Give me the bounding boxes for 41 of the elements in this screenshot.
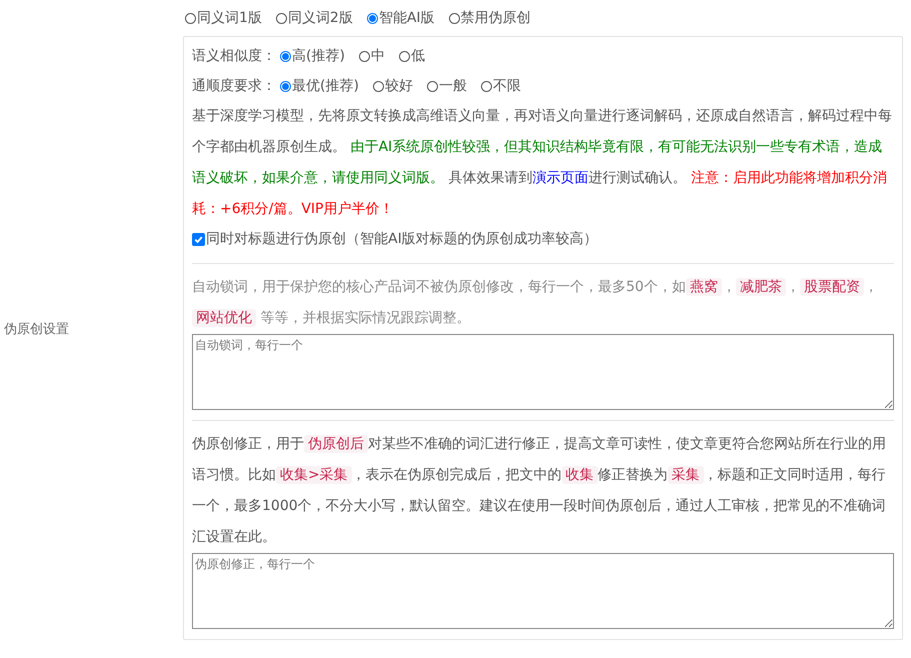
option-radio[interactable]: 较好 [372,77,413,95]
title-checkbox[interactable]: 同时对标题进行伪原创（智能AI版对标题的伪原创成功率较高） [192,225,598,253]
radio-icon [280,80,291,92]
option-radio[interactable]: 中 [358,47,385,65]
keyword-tag: 网站优化 [192,309,256,327]
option-radio[interactable]: 低 [398,47,425,65]
option-label: 通顺度要求： [192,77,276,95]
option-label: 语义相似度： [192,47,276,65]
radio-icon [185,12,196,24]
radio-icon [276,12,287,24]
radio-icon [358,50,370,62]
version-radio[interactable]: 同义词1版 [185,9,262,27]
version-radio[interactable]: 同义词2版 [276,9,353,27]
demo-link[interactable]: 演示页面 [532,170,588,186]
keyword-tag: 收集>采集 [276,466,352,484]
radio-icon [372,80,384,92]
option-radio[interactable]: 不限 [480,77,521,95]
keyword-tag: 伪原创后 [304,435,368,453]
settings-label: 伪原创设置 [4,321,69,338]
option-radio[interactable]: 最优(推荐) [280,77,359,95]
radio-icon [426,80,438,92]
version-radio[interactable]: 智能AI版 [366,9,435,27]
keyword-tag: 收集 [562,466,598,484]
radio-icon [398,50,410,62]
radio-icon [448,12,460,24]
ai-description: 基于深度学习模型，先将原文转换成高维语义向量，再对语义向量进行逐词解码，还原成自然语言，解码过程中每个字都由机器原创生成。 由于AI系统原创性较强，但其知识结构毕竟有限，有可能无法识别一些专有术语，造成语义破坏，如果介意，请使用同义词版。 具体效果请到演示页面进行测试确认。 注意：启用此功能将增加积分消耗：+6积分/篇。VIP用户半价！ [192,107,893,219]
radio-icon [480,80,492,92]
option-radio[interactable]: 高(推荐) [280,47,345,65]
keyword-tag: 股票配资 [800,278,864,296]
lock-words-description: 自动锁词，用于保护您的核心产品词不被伪原创修改，每行一个，最多50个，如 燕窝 ， 减肥茶 ， 股票配资 ， 网站优化 等等，并根据实际情况跟踪调整。 [192,277,879,329]
checkbox-icon [192,232,205,246]
keyword-tag: 采集 [668,466,704,484]
corrections-field[interactable]: 伪原创修正，每行一个 [192,553,894,629]
radio-icon [366,12,378,24]
radio-icon [280,50,291,62]
corrections-description: 伪原创修正，用于 伪原创后 对某些不准确的词汇进行修正，提高文章可读性，使文章更符合您网站所在行业的用语习惯。比如 收集>采集 ，表示在伪原创完成后，把文中的 收集 修正替换为 采集 ，标题和正文同时适用，每行一个，最多1000个，不分大小写，默认留空。建议在使用一段时间伪原创后，通过人工审核，把常见的不准确词汇设置在此。 [192,434,887,547]
option-radio[interactable]: 一般 [426,77,467,95]
version-radio[interactable]: 禁用伪原创 [448,9,531,27]
lock-words-field[interactable]: 自动锁词，每行一个 [192,334,894,410]
keyword-tag: 燕窝 [686,278,722,296]
keyword-tag: 减肥茶 [736,278,786,296]
